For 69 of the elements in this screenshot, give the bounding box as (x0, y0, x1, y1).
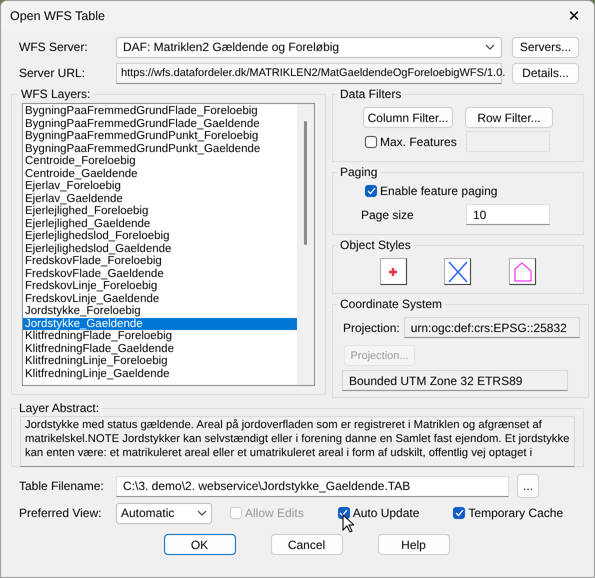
checkmark-icon (366, 187, 376, 195)
projection-description: Bounded UTM Zone 32 ETRS89 (342, 370, 568, 391)
dialog-button[interactable]: Cancel (270, 534, 342, 555)
projection-field: urn:ogc:def:crs:EPSG::25832 (404, 317, 580, 338)
field-label: WFS Server: (18, 40, 89, 54)
page-size-field[interactable]: 10 (466, 204, 550, 225)
view-dropdown[interactable]: Automatic (116, 502, 212, 524)
list-item[interactable]: Ejerlejlighed_Gaeldende (23, 218, 297, 230)
server-dropdown[interactable]: DAF: Matriklen2 Gældende og Foreløbig (116, 36, 502, 58)
chevron-down-icon (197, 510, 207, 516)
list-item[interactable]: Jordstykke_Foreloebig (23, 305, 297, 318)
paging-checkbox[interactable]: Enable feature paging (365, 184, 575, 198)
list-item[interactable]: BygningPaaFremmedGrundFlade_Gaeldende (23, 118, 297, 130)
field-label: Table Filename: (18, 479, 105, 493)
house-shape-icon (514, 262, 532, 282)
list-item[interactable]: BygningPaaFremmedGrundFlade_Foreloebig (23, 105, 297, 118)
checkmark-icon (339, 509, 348, 517)
list-item[interactable]: KlitfredningFlade_Foreloebig (23, 330, 297, 342)
list-item[interactable]: Centroide_Gaeldende (23, 168, 297, 180)
chevron-down-icon (485, 44, 495, 50)
list-item[interactable]: BygningPaaFremmedGrundPunkt_Gaeldende (23, 142, 297, 155)
close-button[interactable]: ✕ (554, 1, 594, 31)
list-item[interactable]: FredskovFlade_Foreloebig (23, 255, 297, 268)
list-item[interactable]: Ejerlav_Gaeldende (23, 192, 297, 205)
list-item[interactable]: Ejerlejlighedslod_Foreloebig (23, 230, 297, 242)
checkmark-icon (454, 509, 464, 517)
field-label: Preferred View: (18, 506, 102, 520)
url-field[interactable]: https://wfs.datafordeler.dk/MATRIKLEN2/MatGaeldendeOgForeloebigWFS/1.0. (116, 62, 502, 84)
group-title: Data Filters (339, 87, 402, 101)
group-title: Coordinate System (339, 297, 444, 311)
group-title: Layer Abstract: (18, 401, 100, 415)
mouse-pointer-icon (342, 514, 354, 533)
projection-label: Projection: (343, 320, 400, 334)
list-item[interactable]: Ejerlav_Foreloebig (23, 180, 297, 192)
max-features-checkbox[interactable]: Max. Features (365, 134, 465, 148)
list-item[interactable]: Centroide_Foreloebig (23, 155, 297, 168)
option-checkbox[interactable]: Temporary Cache (453, 506, 564, 520)
list-item[interactable]: Jordstykke_Gaeldende (23, 318, 297, 330)
dialog-button[interactable]: OK (164, 534, 236, 555)
cross-lines-icon (448, 260, 468, 282)
column-filter-button[interactable]: Column Filter... (363, 107, 453, 128)
region-style-button[interactable] (509, 258, 536, 285)
list-item[interactable]: FredskovFlade_Gaeldende (23, 268, 297, 280)
list-item[interactable]: KlitfredningLinje_Foreloebig (23, 355, 297, 368)
list-item[interactable]: FredskovLinje_Foreloebig (23, 280, 297, 292)
list-item[interactable]: BygningPaaFremmedGrundPunkt_Foreloebig (23, 130, 297, 142)
group-title: Paging (339, 165, 378, 179)
group-title: Object Styles (339, 238, 412, 252)
window-title: Open WFS Table (10, 9, 105, 23)
list-item[interactable]: Ejerlejlighed_Foreloebig (23, 205, 297, 218)
group-title: WFS Layers: (20, 87, 92, 101)
list-item[interactable]: KlitfredningLinje_Gaeldende (23, 368, 297, 380)
list-item[interactable]: FredskovLinje_Gaeldende (23, 292, 297, 305)
page-size-label: Page size (361, 208, 415, 222)
browse-button[interactable]: ... (517, 474, 539, 498)
scrollbar[interactable] (297, 104, 314, 385)
list-item[interactable]: Ejerlejlighedslod_Gaeldende (23, 242, 297, 255)
abstract-text: Jordstykke med status gældende. Areal på jordoverfladen som er registreret i Matriklen og afgrænset af matrikelskel.NOTE Jordstykker kan selvstændigt eller i forening danne en Samlet fast ejendom. Et jordstykke kan enten være: et matrikuleret areal eller et umatrikuleret areal i form af udskilt, offentlig vej optaget i (25, 418, 570, 460)
list-item[interactable]: KlitfredningFlade_Gaeldende (23, 342, 297, 355)
symbol-style-button[interactable] (380, 258, 407, 285)
filename-field[interactable]: C:\3. demo\2. webservice\Jordstykke_Gaeldende.TAB (116, 476, 509, 496)
field-label: Server URL: (18, 66, 86, 80)
details-button[interactable]: Details... (512, 62, 579, 84)
line-style-button[interactable] (444, 258, 472, 285)
option-checkbox[interactable]: Auto Update (338, 506, 420, 520)
servers-button[interactable]: Servers... (512, 36, 579, 58)
row-filter-button[interactable]: Row Filter... (465, 107, 553, 128)
plus-icon (388, 266, 398, 276)
dialog-button[interactable]: Help (378, 534, 450, 555)
